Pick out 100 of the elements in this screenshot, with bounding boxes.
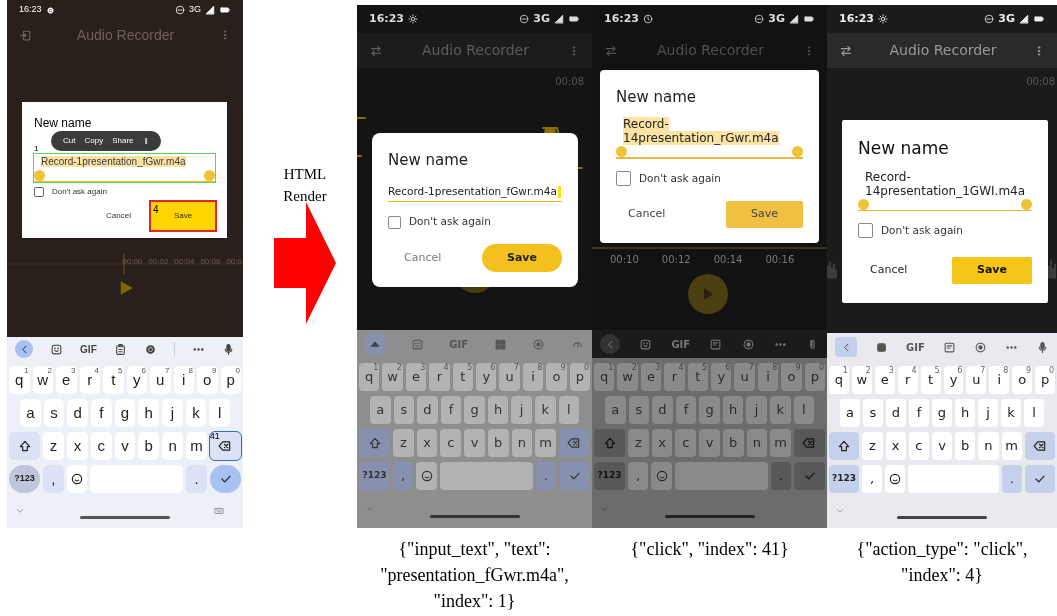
keyboard-key[interactable]: x xyxy=(416,429,438,457)
keyboard-key[interactable]: g xyxy=(699,396,720,424)
keyboard-key[interactable]: l xyxy=(558,396,580,424)
play-button[interactable] xyxy=(688,274,728,314)
keyboard-key[interactable]: g xyxy=(464,396,485,424)
keyboard-key[interactable]: g xyxy=(114,399,136,427)
swap-icon[interactable] xyxy=(839,43,853,58)
checkbox[interactable] xyxy=(616,170,631,186)
gif-button[interactable]: GIF xyxy=(80,341,97,357)
shift-key[interactable] xyxy=(9,432,41,460)
keyboard-key[interactable]: a xyxy=(840,399,860,427)
keyboard-key[interactable]: m xyxy=(186,432,207,460)
selection-handle[interactable] xyxy=(616,145,627,157)
keyboard-key[interactable]: s xyxy=(863,399,883,427)
keyboard-key[interactable]: v xyxy=(931,432,953,460)
keyboard-key[interactable]: . xyxy=(186,465,207,493)
checkbox[interactable] xyxy=(858,222,873,238)
back-button[interactable] xyxy=(15,340,33,358)
keyboard-key[interactable]: l xyxy=(1024,399,1044,427)
keyboard-key[interactable]: j xyxy=(746,396,767,424)
selection-handle[interactable] xyxy=(792,145,803,157)
checkmark-key[interactable] xyxy=(210,465,241,493)
collapse-button[interactable] xyxy=(365,334,385,354)
keyboard-key[interactable]: m xyxy=(1001,432,1022,460)
keyboard-key[interactable]: x xyxy=(885,432,906,460)
keyboard-key[interactable]: d xyxy=(417,396,438,424)
keyboard-key[interactable]: n xyxy=(746,429,768,457)
keyboard-key[interactable]: b xyxy=(955,432,976,460)
shift-key[interactable] xyxy=(829,432,860,460)
save-button[interactable]: Save xyxy=(482,244,562,273)
keyboard-key[interactable]: , xyxy=(392,462,414,490)
keyboard-key[interactable]: b xyxy=(487,429,509,457)
home-indicator[interactable] xyxy=(664,514,755,518)
keyboard-key[interactable]: j xyxy=(978,399,998,427)
keyboard-key[interactable]: j xyxy=(511,396,532,424)
keyboard-key[interactable]: a xyxy=(20,399,41,427)
keyboard-key[interactable]: v xyxy=(464,429,485,457)
keyboard-key[interactable]: d xyxy=(886,399,906,427)
checkmark-key[interactable] xyxy=(1024,465,1055,493)
keyboard-key[interactable]: z xyxy=(628,429,649,457)
keyboard-key[interactable]: s xyxy=(628,396,650,424)
symbols-key[interactable]: ?123 xyxy=(9,465,40,493)
back-button[interactable] xyxy=(600,334,620,354)
name-field[interactable]: Record-14presentation_1GWI.m4a xyxy=(858,169,1032,211)
keyboard-key[interactable]: a xyxy=(370,396,391,424)
save-button[interactable]: Save xyxy=(952,257,1032,284)
keyboard-key[interactable]: f xyxy=(909,399,929,427)
keyboard-key[interactable]: , xyxy=(43,465,64,493)
backspace-key[interactable] xyxy=(1024,432,1055,460)
keyboard-key[interactable]: . xyxy=(1001,465,1022,493)
selection-handle[interactable] xyxy=(34,170,45,181)
keyboard-key[interactable]: x xyxy=(67,432,88,460)
keyboard-key[interactable]: f xyxy=(91,399,112,427)
keyboard-key[interactable]: n xyxy=(978,432,999,460)
sticker-icon[interactable] xyxy=(639,337,653,351)
keyboard-key[interactable]: z xyxy=(862,432,883,460)
keyboard-key[interactable]: f xyxy=(440,396,462,424)
keyboard-key[interactable]: d xyxy=(67,399,88,427)
cancel-button[interactable]: Cancel xyxy=(388,242,458,275)
checkmark-key[interactable] xyxy=(559,462,591,490)
save-button[interactable]: Save xyxy=(726,201,803,228)
swap-icon[interactable] xyxy=(369,43,383,58)
symbols-key[interactable]: ?123 xyxy=(359,462,390,490)
keyboard-key[interactable]: c xyxy=(90,432,112,460)
grid-icon[interactable] xyxy=(493,337,507,351)
target-icon[interactable] xyxy=(741,337,755,351)
keyboard-key[interactable]: m xyxy=(770,429,791,457)
gif-button[interactable]: GIF xyxy=(671,336,691,352)
keyboard-key[interactable]: a xyxy=(605,396,626,424)
keyboard-key[interactable]: l xyxy=(793,396,815,424)
gif-button[interactable]: GIF xyxy=(906,339,925,355)
emoji-key[interactable] xyxy=(885,465,906,493)
document-icon[interactable] xyxy=(709,337,723,351)
keyboard-key[interactable]: c xyxy=(908,432,929,460)
keyboard-key[interactable]: d xyxy=(652,396,673,424)
keyboard-key[interactable]: h xyxy=(955,399,975,427)
keyboard-key[interactable]: k xyxy=(769,396,791,424)
backspace-key[interactable]: 41 xyxy=(209,432,241,460)
symbols-key[interactable]: ?123 xyxy=(829,465,860,493)
cancel-button[interactable]: Cancel xyxy=(98,202,139,230)
keyboard-key[interactable]: n xyxy=(162,432,183,460)
keyboard-key[interactable]: z xyxy=(43,432,64,460)
keyboard-icon[interactable] xyxy=(213,505,225,516)
clipboard-icon[interactable] xyxy=(113,342,127,356)
keyboard-key[interactable]: s xyxy=(393,396,415,424)
keyboard-key[interactable]: k xyxy=(534,396,556,424)
selection-handle[interactable] xyxy=(204,170,215,181)
keyboard-key[interactable]: k xyxy=(185,399,207,427)
keyboard-key[interactable]: , xyxy=(627,462,649,490)
sticker-icon[interactable] xyxy=(50,342,64,356)
keyboard-key[interactable]: b xyxy=(138,432,160,460)
keyboard-key[interactable]: j xyxy=(162,399,183,427)
keyboard-key[interactable]: i 8 xyxy=(173,366,194,394)
keyboard-key[interactable]: l xyxy=(209,399,231,427)
keyboard-key[interactable]: n xyxy=(511,429,533,457)
keyboard-key[interactable]: h xyxy=(722,396,744,424)
keyboard-key[interactable]: h xyxy=(138,399,160,427)
cancel-button[interactable]: Cancel xyxy=(858,254,920,287)
save-button[interactable]: Save 4 xyxy=(151,202,215,230)
selection-handle[interactable] xyxy=(1021,198,1032,210)
